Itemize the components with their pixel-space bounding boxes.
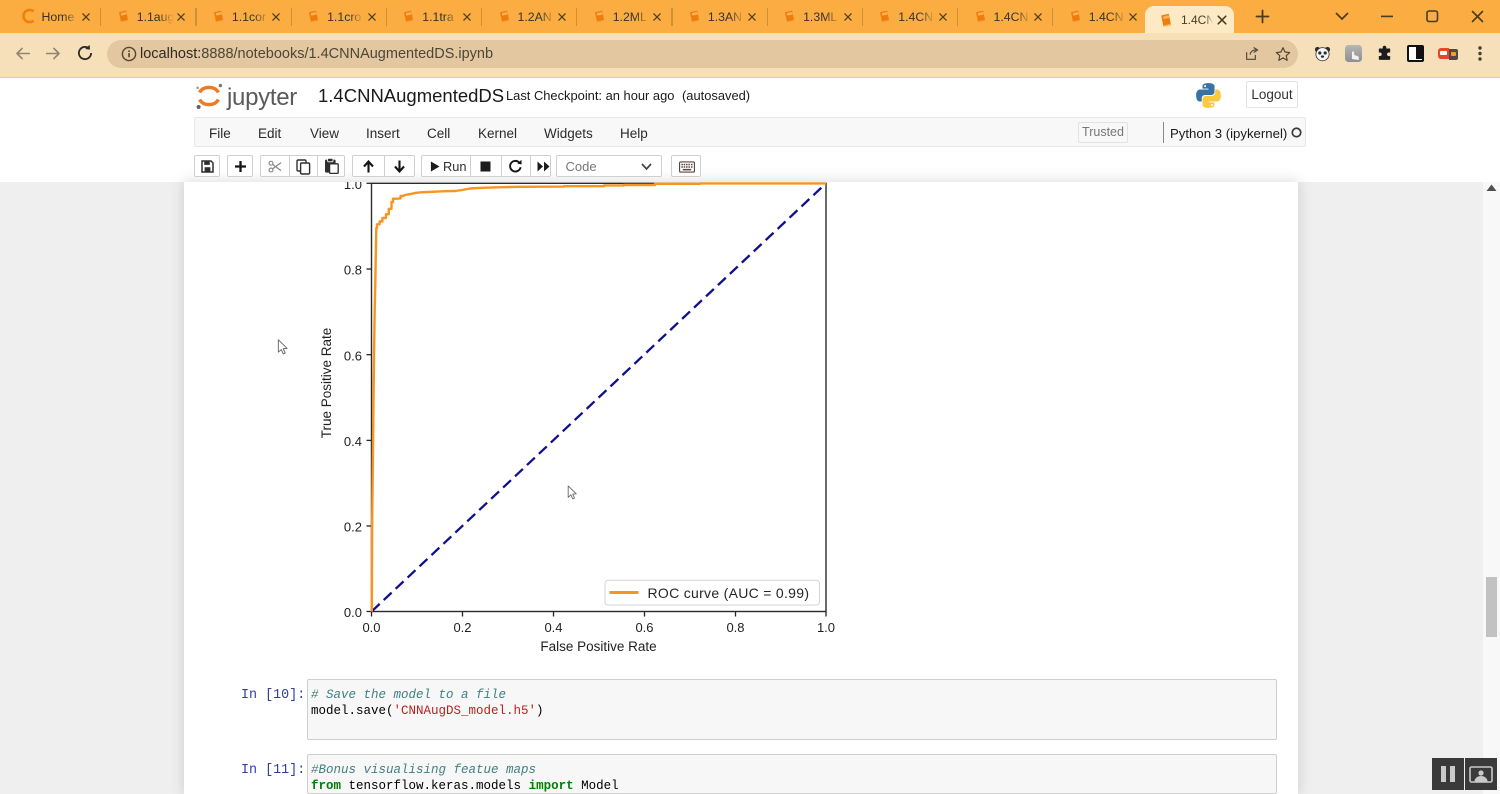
svg-text:1.0: 1.0: [817, 620, 835, 635]
svg-text:0.4: 0.4: [344, 434, 362, 449]
svg-text:True Positive Rate: True Positive Rate: [319, 328, 334, 439]
svg-text:0.2: 0.2: [453, 620, 471, 635]
svg-text:0.2: 0.2: [344, 520, 362, 535]
svg-text:0.0: 0.0: [362, 620, 380, 635]
svg-text:False Positive Rate: False Positive Rate: [540, 639, 656, 654]
svg-text:0.0: 0.0: [344, 605, 362, 620]
svg-text:0.6: 0.6: [344, 348, 362, 363]
svg-text:1.0: 1.0: [344, 182, 362, 192]
svg-text:0.8: 0.8: [344, 263, 362, 278]
svg-text:0.4: 0.4: [544, 620, 562, 635]
svg-text:0.6: 0.6: [635, 620, 653, 635]
svg-text:ROC curve (AUC = 0.99): ROC curve (AUC = 0.99): [648, 585, 810, 601]
svg-text:0.8: 0.8: [726, 620, 744, 635]
